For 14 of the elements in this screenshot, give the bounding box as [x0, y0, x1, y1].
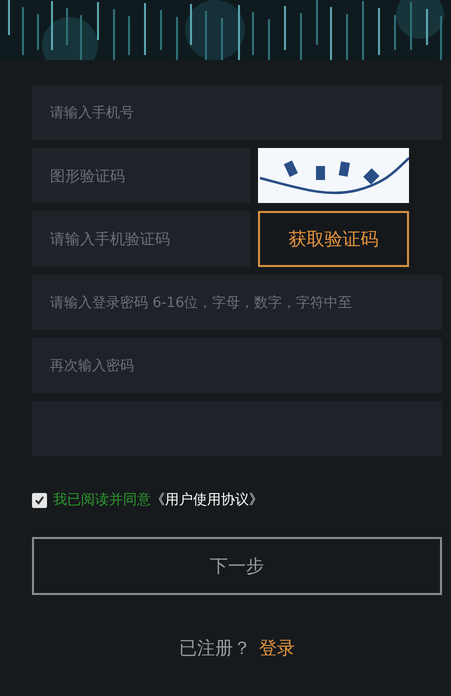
input-field[interactable]: 再次输入密码 [32, 338, 442, 393]
next-button[interactable]: 下一步 [32, 537, 442, 595]
input-field[interactable]: 请输入登录密码 6-16位，字母，数字，字符中至 [32, 275, 442, 330]
captcha-field[interactable]: 图形验证码 [32, 148, 250, 203]
agreement-link[interactable]: 《用户使用协议》 [151, 492, 263, 508]
agreement-text: 我已阅读并同意《用户使用协议》 [53, 491, 263, 510]
input-field[interactable]: 请输入手机号 [32, 85, 442, 140]
captcha-image[interactable] [258, 148, 409, 203]
get-code-button[interactable]: 获取验证码 [258, 211, 409, 267]
sms-code-field[interactable]: 请输入手机验证码 [32, 211, 250, 267]
agree-checkbox[interactable] [32, 493, 47, 508]
registered-text: 已注册？ [179, 637, 251, 661]
login-link[interactable]: 登录 [259, 635, 295, 662]
check-icon [34, 495, 45, 506]
